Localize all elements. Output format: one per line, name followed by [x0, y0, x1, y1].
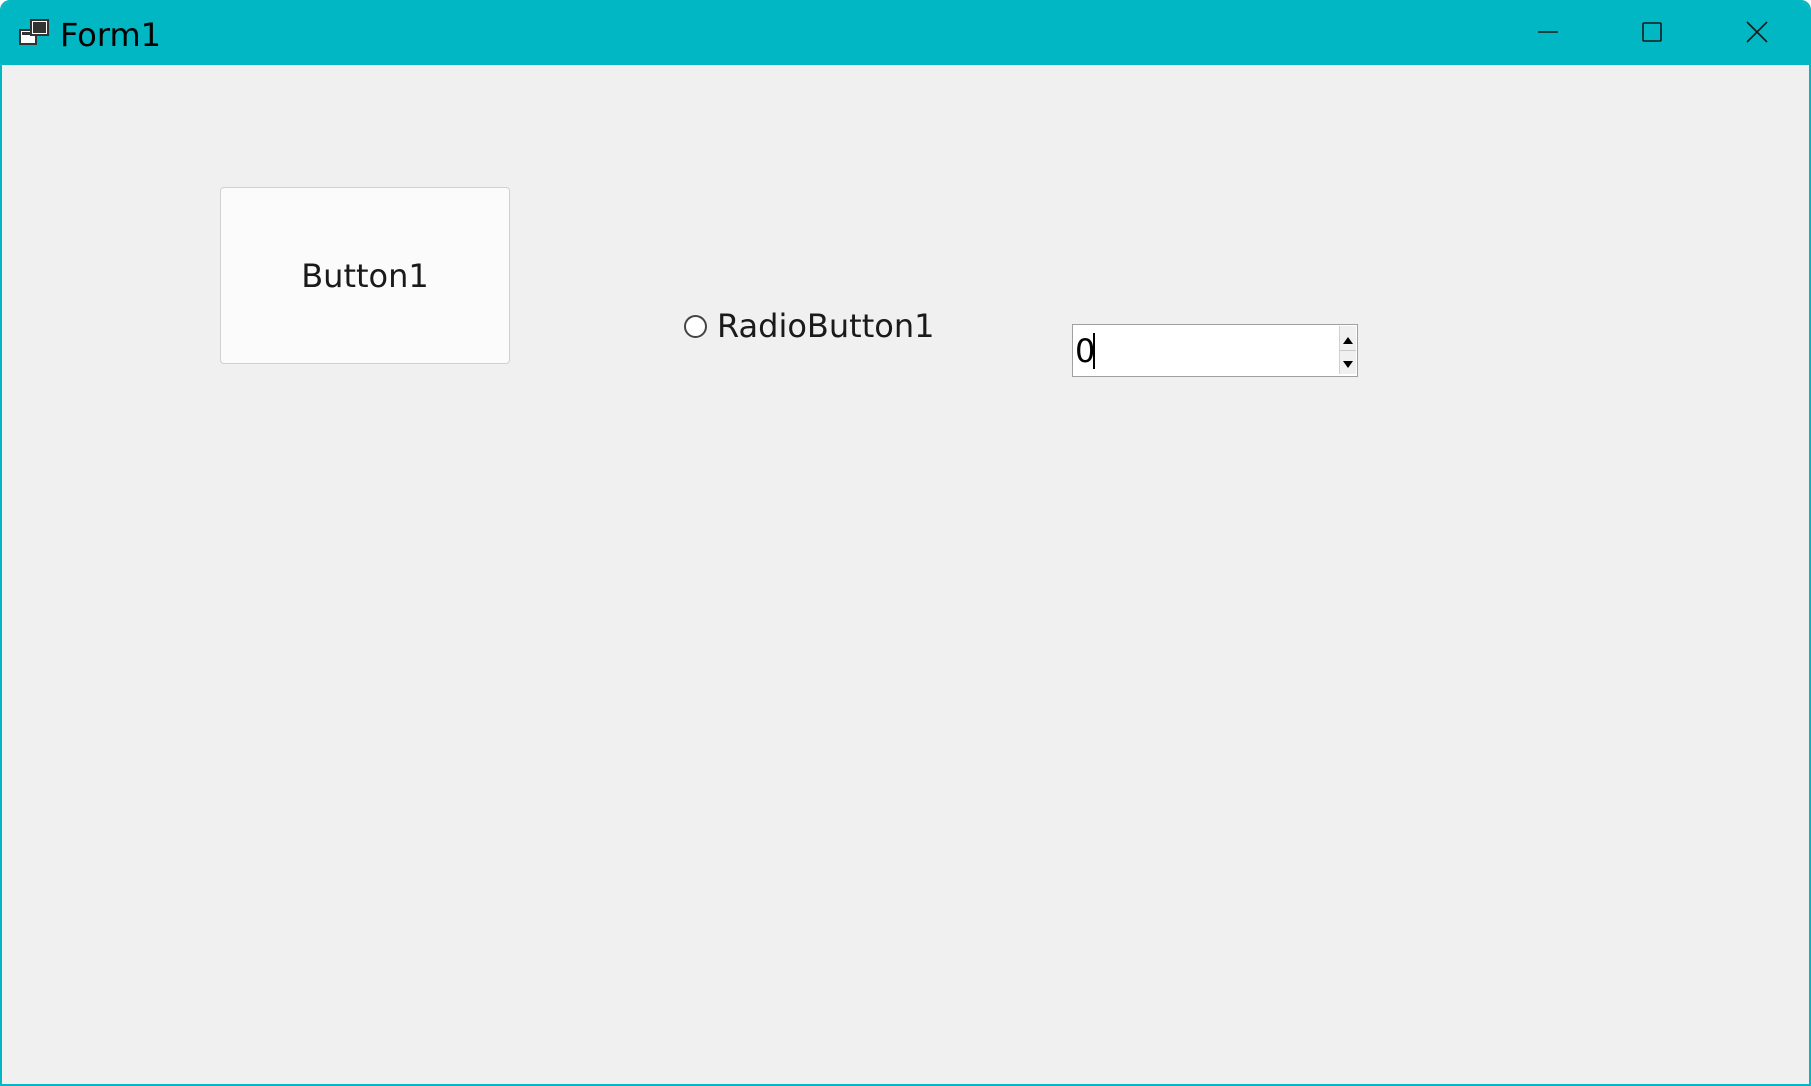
arrow-down-icon — [1343, 353, 1353, 372]
maximize-button[interactable] — [1600, 2, 1704, 65]
form1-window: Form1 Button1 RadioButton1 0 — [0, 0, 1811, 1086]
minimize-icon — [1537, 21, 1559, 47]
text-caret — [1093, 333, 1095, 369]
minimize-button[interactable] — [1496, 2, 1600, 65]
radio-label: RadioButton1 — [717, 307, 935, 345]
numeric-spinner — [1339, 326, 1356, 374]
button1-label: Button1 — [301, 256, 429, 295]
radio-indicator[interactable] — [684, 314, 707, 338]
close-icon — [1746, 20, 1768, 47]
radio-button1[interactable]: RadioButton1 — [684, 304, 934, 348]
spin-up-button[interactable] — [1340, 326, 1356, 351]
spin-down-button[interactable] — [1340, 350, 1356, 374]
maximize-icon — [1641, 21, 1663, 47]
window-title: Form1 — [60, 16, 161, 54]
button1[interactable]: Button1 — [220, 187, 510, 364]
arrow-up-icon — [1343, 329, 1353, 348]
numeric-updown[interactable]: 0 — [1072, 324, 1358, 377]
close-button[interactable] — [1705, 2, 1809, 65]
title-bar[interactable]: Form1 — [2, 2, 1809, 65]
form-window-icon[interactable] — [19, 18, 51, 48]
